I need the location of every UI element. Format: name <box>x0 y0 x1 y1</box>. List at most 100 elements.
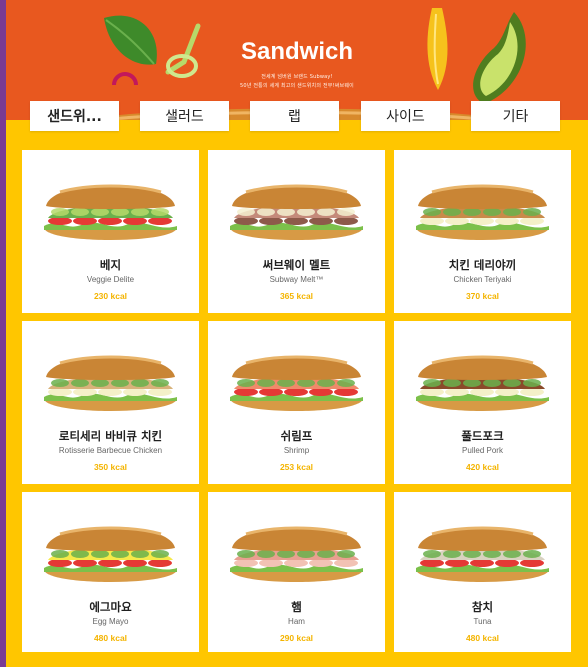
filling-detail-shape <box>51 379 69 387</box>
filling-detail-shape <box>443 550 461 558</box>
product-name-ko: 에그마요 <box>89 600 132 614</box>
filling-detail-shape <box>443 208 461 216</box>
sandwich-image <box>44 526 177 582</box>
topping-shape <box>495 559 519 567</box>
product-kcal: 253 kcal <box>279 462 314 472</box>
topping-shape <box>73 217 97 225</box>
product-name-ko: 쉬림프 <box>280 429 313 443</box>
page-title: Sandwich <box>240 38 354 65</box>
filling-detail-shape <box>257 550 275 558</box>
tab-wrap[interactable]: 랩 <box>250 101 339 131</box>
filling-detail-shape <box>423 379 441 387</box>
filling-detail-shape <box>317 208 335 216</box>
filling-detail-shape <box>523 550 541 558</box>
filling-detail-shape <box>237 208 255 216</box>
product-name-en: Subway Melt™ <box>269 275 324 284</box>
tab-salad[interactable]: 샐러드 <box>140 101 229 131</box>
product-name-en: Egg Mayo <box>92 617 129 626</box>
filling-detail-shape <box>423 550 441 558</box>
filling-detail-shape <box>337 379 355 387</box>
product-kcal: 480 kcal <box>93 633 128 643</box>
topping-shape <box>123 217 147 225</box>
filling-detail-shape <box>71 550 89 558</box>
topping-shape <box>123 559 147 567</box>
filling-detail-shape <box>503 208 521 216</box>
product-card-tuna[interactable]: 참치 Tuna 480 kcal <box>394 492 571 652</box>
filling-detail-shape <box>131 379 149 387</box>
filling-detail-shape <box>443 379 461 387</box>
product-name-ko: 햄 <box>291 600 302 614</box>
filling-detail-shape <box>237 379 255 387</box>
topping-shape <box>234 388 258 396</box>
topping-shape <box>284 559 308 567</box>
topping-shape <box>284 388 308 396</box>
filling-detail-shape <box>91 208 109 216</box>
product-name-en: Pulled Pork <box>462 446 503 455</box>
category-tabs: 샌드위... 샐러드 랩 사이드 기타 <box>30 101 560 131</box>
top-bun-shape <box>46 185 175 209</box>
product-name-en: Tuna <box>473 617 492 626</box>
sandwich-image <box>416 355 549 411</box>
topping-shape <box>309 388 333 396</box>
top-bun-shape <box>232 356 361 380</box>
product-name-en: Chicken Teriyaki <box>453 275 512 284</box>
product-kcal: 350 kcal <box>93 462 128 472</box>
topping-shape <box>259 217 283 225</box>
filling-detail-shape <box>297 208 315 216</box>
product-card-ham[interactable]: 햄 Ham 290 kcal <box>208 492 385 652</box>
top-bun-shape <box>232 185 361 209</box>
topping-shape <box>309 559 333 567</box>
tab-side[interactable]: 사이드 <box>361 101 450 131</box>
filling-detail-shape <box>277 379 295 387</box>
filling-detail-shape <box>463 379 481 387</box>
topping-shape <box>495 217 519 225</box>
topping-shape <box>420 217 444 225</box>
sandwich-image <box>230 526 363 582</box>
product-card-egg-mayo[interactable]: 에그마요 Egg Mayo 480 kcal <box>22 492 199 652</box>
filling-detail-shape <box>111 379 129 387</box>
filling-detail-shape <box>91 379 109 387</box>
product-name-en: Ham <box>288 617 305 626</box>
topping-shape <box>445 388 469 396</box>
topping-shape <box>234 559 258 567</box>
filling-detail-shape <box>297 550 315 558</box>
tab-sandwich[interactable]: 샌드위... <box>30 101 119 131</box>
top-bun-shape <box>46 356 175 380</box>
product-name-ko: 치킨 데리야끼 <box>448 258 517 272</box>
topping-shape <box>48 217 72 225</box>
product-card-subway-melt[interactable]: 써브웨이 멜트 Subway Melt™ 365 kcal <box>208 150 385 313</box>
filling-detail-shape <box>71 379 89 387</box>
filling-detail-shape <box>483 550 501 558</box>
sandwich-image <box>416 526 549 582</box>
filling-detail-shape <box>463 208 481 216</box>
filling-detail-shape <box>91 550 109 558</box>
filling-detail-shape <box>51 550 69 558</box>
filling-detail-shape <box>317 550 335 558</box>
topping-shape <box>98 217 122 225</box>
topping-shape <box>309 217 333 225</box>
topping-shape <box>98 559 122 567</box>
filling-detail-shape <box>503 550 521 558</box>
product-card-chicken-teriyaki[interactable]: 치킨 데리야끼 Chicken Teriyaki 370 kcal <box>394 150 571 313</box>
sandwich-image <box>44 355 177 411</box>
product-name-ko: 베지 <box>99 258 122 272</box>
filling-detail-shape <box>257 379 275 387</box>
topping-shape <box>98 388 122 396</box>
filling-detail-shape <box>151 550 169 558</box>
topping-shape <box>445 559 469 567</box>
topping-shape <box>470 217 494 225</box>
product-card-shrimp[interactable]: 쉬림프 Shrimp 253 kcal <box>208 321 385 484</box>
topping-shape <box>334 559 358 567</box>
product-card-rotisserie-chicken[interactable]: 로티세리 바비큐 치킨 Rotisserie Barbecue Chicken … <box>22 321 199 484</box>
topping-shape <box>520 388 544 396</box>
topping-shape <box>445 217 469 225</box>
product-card-veggie[interactable]: 베지 Veggie Delite 230 kcal <box>22 150 199 313</box>
topping-shape <box>470 559 494 567</box>
filling-detail-shape <box>523 208 541 216</box>
product-card-pulled-pork[interactable]: 풀드포크 Pulled Pork 420 kcal <box>394 321 571 484</box>
topping-shape <box>470 388 494 396</box>
tab-etc[interactable]: 기타 <box>471 101 560 131</box>
topping-shape <box>520 559 544 567</box>
top-bun-shape <box>232 527 361 551</box>
topping-shape <box>259 559 283 567</box>
